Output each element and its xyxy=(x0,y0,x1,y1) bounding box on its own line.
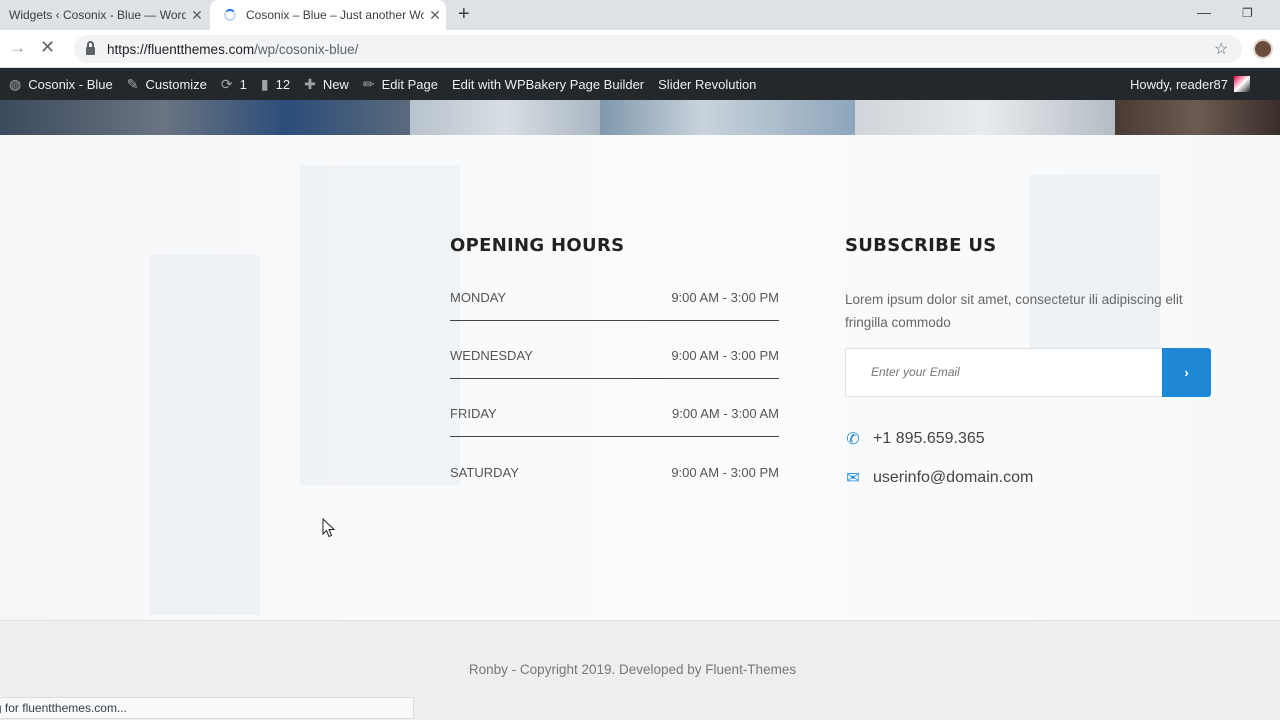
admin-bar-edit-page-label: Edit Page xyxy=(381,76,438,92)
envelope-icon: ✉ xyxy=(846,470,860,487)
hours-day: WEDNESDAY xyxy=(450,348,533,363)
address-bar[interactable]: https://fluentthemes.com/wp/cosonix-blue… xyxy=(74,35,1242,63)
hero-image-1 xyxy=(0,100,410,135)
star-icon[interactable]: ☆ xyxy=(1214,39,1228,59)
hero-image-5 xyxy=(1115,100,1280,135)
minimize-icon[interactable]: — xyxy=(1197,4,1211,20)
hours-row: WEDNESDAY 9:00 AM - 3:00 PM xyxy=(450,348,779,388)
subscribe-submit-button[interactable]: › xyxy=(1162,348,1211,397)
hours-day: FRIDAY xyxy=(450,406,497,421)
hours-time: 9:00 AM - 3:00 PM xyxy=(671,290,779,305)
hero-image-3 xyxy=(600,100,855,135)
tab-title: Widgets ‹ Cosonix - Blue — WordPress xyxy=(9,8,186,22)
hero-image-2 xyxy=(410,100,600,135)
stop-loading-icon[interactable]: ✕ xyxy=(40,37,55,58)
browser-tab-strip: Widgets ‹ Cosonix - Blue — WordPress ✕ C… xyxy=(0,0,1280,30)
hours-time: 9:00 AM - 3:00 AM xyxy=(672,406,779,421)
background-building xyxy=(300,165,460,485)
hours-row: MONDAY 9:00 AM - 3:00 PM xyxy=(450,290,779,330)
admin-bar-site-label: Cosonix - Blue xyxy=(28,76,113,92)
loading-spinner-icon xyxy=(224,9,236,21)
hours-row: SATURDAY 9:00 AM - 3:00 PM xyxy=(450,465,779,505)
email-input[interactable]: Enter your Email xyxy=(845,348,1163,397)
divider xyxy=(450,436,779,437)
restore-icon[interactable]: ❐ xyxy=(1242,6,1253,20)
hours-row: FRIDAY 9:00 AM - 3:00 AM xyxy=(450,406,779,446)
phone-icon: ✆ xyxy=(846,431,860,448)
browser-tab-widgets[interactable]: Widgets ‹ Cosonix - Blue — WordPress ✕ xyxy=(0,0,208,30)
background-building xyxy=(1030,175,1160,375)
admin-bar-new[interactable]: ✚ New xyxy=(297,68,356,100)
admin-bar-account[interactable]: Howdy, reader87 xyxy=(1130,68,1250,100)
admin-bar-wpbakery[interactable]: Edit with WPBakery Page Builder xyxy=(445,68,651,100)
admin-bar-customize[interactable]: ✎ Customize xyxy=(120,68,214,100)
lock-icon xyxy=(86,41,95,55)
contact-section: OPENING HOURS MONDAY 9:00 AM - 3:00 PM W… xyxy=(0,135,1280,620)
admin-bar-edit-page[interactable]: ✏ Edit Page xyxy=(356,68,445,100)
update-icon: ⟳ xyxy=(220,75,233,92)
dashboard-icon: ◍ xyxy=(9,75,22,92)
wp-admin-bar: ◍ Cosonix - Blue ✎ Customize ⟳ 1 ▮ 12 ✚ … xyxy=(0,68,1280,100)
comments-count: 12 xyxy=(275,76,291,92)
user-avatar xyxy=(1234,76,1250,92)
url-text: https://fluentthemes.com/wp/cosonix-blue… xyxy=(107,41,359,57)
hero-image-strip xyxy=(0,100,1280,135)
close-icon[interactable]: ✕ xyxy=(424,7,446,24)
divider xyxy=(450,378,779,379)
admin-bar-wpbakery-label: Edit with WPBakery Page Builder xyxy=(451,76,645,92)
admin-bar-customize-label: Customize xyxy=(145,76,207,92)
email-address[interactable]: userinfo@domain.com xyxy=(873,469,1033,487)
hours-day: MONDAY xyxy=(450,290,507,305)
background-building xyxy=(150,255,260,615)
brush-icon: ✎ xyxy=(126,75,139,92)
profile-avatar[interactable] xyxy=(1253,39,1273,59)
mouse-cursor-icon xyxy=(322,518,336,538)
plus-icon: ✚ xyxy=(304,75,316,92)
divider xyxy=(450,320,779,321)
admin-bar-site[interactable]: ◍ Cosonix - Blue xyxy=(0,68,120,100)
phone-number: +1 895.659.365 xyxy=(873,430,985,447)
browser-toolbar: → ✕ https://fluentthemes.com/wp/cosonix-… xyxy=(0,30,1280,68)
admin-bar-comments[interactable]: ▮ 12 xyxy=(254,68,297,100)
close-icon[interactable]: ✕ xyxy=(186,7,208,24)
browser-status-bubble: Waiting for fluentthemes.com... xyxy=(0,697,414,719)
status-text: Waiting for fluentthemes.com... xyxy=(0,701,127,715)
admin-bar-slider-label: Slider Revolution xyxy=(658,76,757,92)
comment-icon: ▮ xyxy=(260,75,269,92)
subscribe-title: SUBSCRIBE US xyxy=(845,235,997,256)
opening-hours-title: OPENING HOURS xyxy=(450,235,625,256)
arrow-right-icon[interactable]: → xyxy=(9,38,26,58)
admin-bar-new-label: New xyxy=(322,76,349,92)
pencil-icon: ✏ xyxy=(362,75,375,92)
plus-icon[interactable]: + xyxy=(458,3,470,26)
contact-phone: ✆ +1 895.659.365 xyxy=(845,429,985,449)
copyright-text: Ronby - Copyright 2019. Developed by Flu… xyxy=(468,662,797,677)
hours-time: 9:00 AM - 3:00 PM xyxy=(671,348,779,363)
admin-bar-updates[interactable]: ⟳ 1 xyxy=(214,68,254,100)
chevron-right-icon: › xyxy=(1184,365,1189,380)
hours-day: SATURDAY xyxy=(450,465,519,480)
browser-tab-cosonix[interactable]: Cosonix – Blue – Just another WordPress … xyxy=(210,0,446,30)
admin-bar-slider[interactable]: Slider Revolution xyxy=(651,68,763,100)
howdy-label: Howdy, reader87 xyxy=(1129,76,1228,92)
hours-time: 9:00 AM - 3:00 PM xyxy=(671,465,779,480)
hero-image-4 xyxy=(855,100,1115,135)
updates-count: 1 xyxy=(239,76,247,92)
contact-email: ✉ userinfo@domain.com xyxy=(845,468,1033,488)
tab-title: Cosonix – Blue – Just another WordPress … xyxy=(246,8,424,22)
subscribe-description: Lorem ipsum dolor sit amet, consectetur … xyxy=(845,292,1183,330)
